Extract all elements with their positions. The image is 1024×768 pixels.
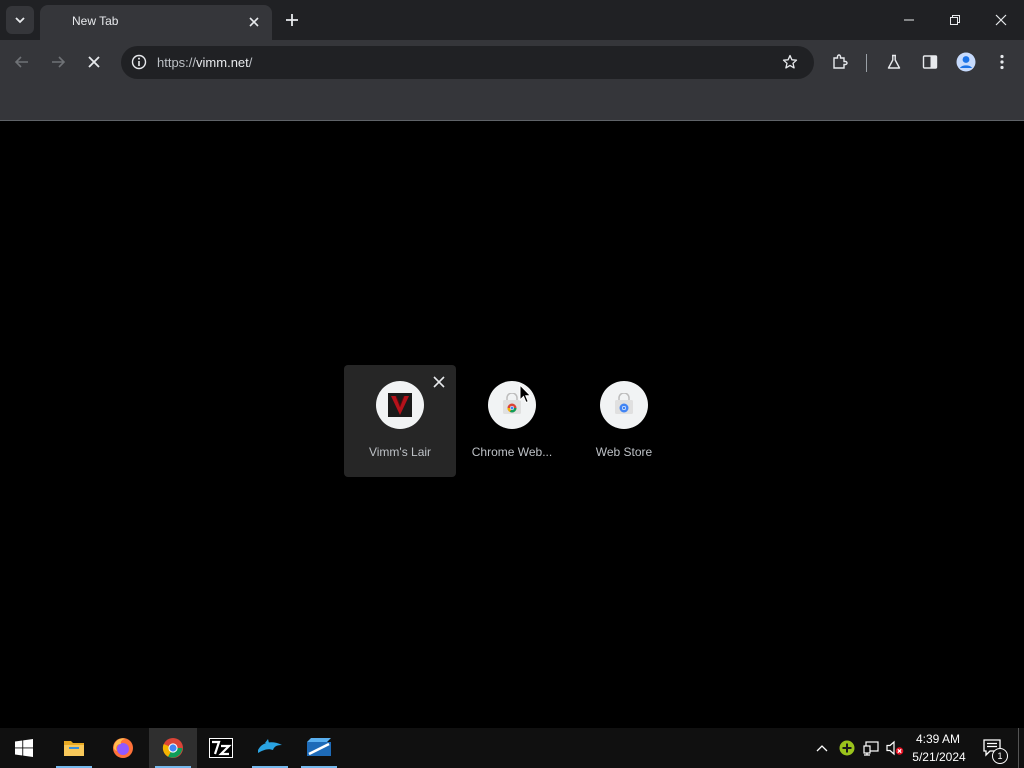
network-icon-button[interactable] (860, 728, 882, 768)
windows-logo-icon (15, 739, 33, 757)
taskbar-app[interactable] (295, 728, 343, 768)
flask-icon (887, 54, 901, 69)
shortcut-tile-web-store[interactable]: Web Store (568, 365, 680, 477)
tab-close-button[interactable] (244, 12, 264, 32)
minimize-button[interactable] (894, 5, 924, 35)
firefox-icon (113, 738, 133, 758)
network-icon (863, 741, 879, 756)
shortcut-tile-chrome-web[interactable]: Chrome Web... (456, 365, 568, 477)
url-text[interactable]: https://vimm.net/ (157, 55, 252, 70)
stop-loading-button[interactable] (80, 48, 108, 76)
shortcut-label: Vimm's Lair (368, 445, 432, 459)
new-tab-button[interactable] (282, 10, 302, 30)
minimize-icon (904, 19, 914, 21)
shortcut-label: Web Store (595, 445, 653, 459)
close-icon (249, 17, 259, 27)
menu-button[interactable] (988, 48, 1016, 76)
start-button[interactable] (0, 728, 48, 768)
tab-title: New Tab (72, 14, 119, 28)
green-plus-icon (839, 740, 855, 756)
chevron-down-icon (15, 17, 25, 24)
mouse-cursor-icon (519, 384, 532, 404)
folder-icon (64, 741, 84, 756)
taskbar-dolphin[interactable] (246, 728, 294, 768)
arrow-right-icon (52, 56, 66, 68)
forward-button[interactable] (44, 48, 72, 76)
url-scheme: https:// (157, 55, 197, 70)
bookmarks-bar (0, 85, 1024, 121)
avatar-icon (956, 52, 976, 72)
volume-icon-button[interactable] (884, 728, 906, 768)
url-host: vimm.net (196, 55, 249, 70)
notification-count-badge: 1 (992, 748, 1008, 764)
url-path: / (248, 55, 253, 70)
taskbar-firefox[interactable] (99, 728, 147, 768)
close-window-button[interactable] (986, 5, 1016, 35)
show-desktop-button[interactable] (1018, 728, 1019, 768)
restore-icon (950, 15, 960, 25)
address-bar[interactable]: https://vimm.net/ (121, 46, 814, 79)
plus-icon (286, 14, 298, 26)
close-icon (995, 14, 1007, 26)
clock-time[interactable]: 4:39 AM (908, 732, 968, 746)
volume-muted-icon (886, 740, 904, 756)
dolphin-icon (258, 739, 282, 753)
close-icon (433, 376, 445, 388)
tray-app-icon[interactable] (836, 728, 858, 768)
shortcut-label: Chrome Web... (471, 445, 553, 459)
chrome-web-store-icon (615, 393, 633, 414)
chevron-up-icon (816, 745, 828, 752)
windows-taskbar: 4:39 AM 5/21/2024 1 (0, 728, 1024, 768)
vimm-logo-icon (388, 393, 412, 417)
close-icon (88, 56, 100, 68)
arrow-left-icon (14, 56, 28, 68)
active-tab[interactable]: New Tab (40, 5, 272, 40)
taskbar-file-explorer[interactable] (50, 728, 98, 768)
shortcut-tile-vimms-lair[interactable]: Vimm's Lair (344, 365, 456, 477)
taskbar-7zip[interactable] (197, 728, 245, 768)
remove-shortcut-button[interactable] (430, 373, 448, 391)
app-box-icon (307, 738, 331, 756)
side-panel-icon (922, 55, 938, 69)
star-outline-icon (782, 54, 798, 69)
7zip-icon (209, 738, 233, 758)
back-button[interactable] (8, 48, 36, 76)
clock-date[interactable]: 5/21/2024 (906, 750, 972, 764)
tab-search-button[interactable] (6, 6, 34, 34)
extensions-button[interactable] (826, 48, 854, 76)
bookmark-star-button[interactable] (776, 48, 804, 76)
browser-toolbar: https://vimm.net/ (0, 40, 1024, 85)
tab-strip: New Tab (0, 0, 1024, 40)
chrome-icon (162, 738, 183, 758)
more-vert-icon (1000, 54, 1004, 70)
puzzle-icon (833, 54, 848, 69)
site-info-button[interactable] (125, 48, 153, 76)
side-panel-button[interactable] (916, 48, 944, 76)
profile-button[interactable] (952, 48, 980, 76)
restore-button[interactable] (940, 5, 970, 35)
shortcut-icon-circle (600, 381, 648, 429)
taskbar-chrome[interactable] (149, 728, 197, 768)
toolbar-divider (866, 54, 867, 72)
labs-button[interactable] (880, 48, 908, 76)
shortcut-icon-circle (376, 381, 424, 429)
show-hidden-icons-button[interactable] (810, 728, 834, 768)
info-icon (131, 54, 147, 70)
